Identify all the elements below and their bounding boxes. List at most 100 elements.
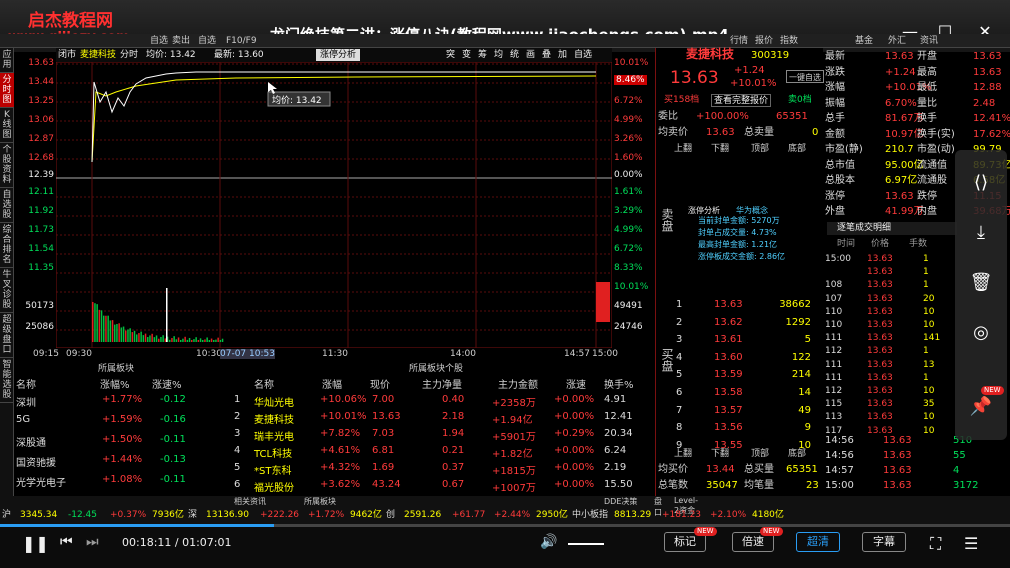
fullscreen-icon[interactable]: ⛶ [930, 534, 941, 554]
stock-cell[interactable]: +0.00% [554, 445, 594, 456]
stock-cell[interactable]: 4.91 [604, 394, 626, 405]
tool-button[interactable]: 画 [526, 48, 535, 62]
tool-button[interactable]: 变 [462, 48, 471, 62]
stock-cell[interactable]: 3 [234, 428, 240, 439]
stock-cell[interactable]: +0.00% [554, 462, 594, 473]
nav-item[interactable]: 个股资料 [0, 143, 14, 188]
target-icon[interactable]: ◎ [969, 322, 993, 346]
sector-cell[interactable]: 深圳 [16, 394, 36, 409]
nav-item[interactable]: 牛叉诊股 [0, 268, 14, 313]
stock-cell[interactable]: 0.21 [442, 445, 464, 456]
sector-cell[interactable]: -0.11 [160, 474, 186, 485]
menu-item[interactable]: 基金 [855, 34, 873, 48]
pause-icon[interactable]: ❚❚ [22, 534, 49, 553]
share-icon[interactable]: ⟨⟩ [969, 172, 993, 196]
page-down-button[interactable]: 下翻 [711, 143, 729, 156]
previous-icon[interactable]: ⏮ [60, 534, 73, 550]
sector-cell[interactable]: -0.12 [160, 394, 186, 405]
stock-cell[interactable]: 20.34 [604, 428, 633, 439]
stock-cell[interactable]: 1.69 [372, 462, 394, 473]
sector-cell[interactable]: 深股通 [16, 434, 46, 449]
page-down-button[interactable]: 下翻 [711, 448, 729, 461]
stock-cell[interactable]: TCL科技 [254, 445, 292, 460]
menu-item[interactable]: 行情 [730, 34, 748, 48]
stock-cell[interactable]: 6.24 [604, 445, 626, 456]
volume-slider[interactable] [568, 543, 604, 545]
playlist-icon[interactable]: ☰ [964, 534, 978, 553]
stock-cell[interactable]: +1.82亿 [492, 445, 533, 460]
quality-button[interactable]: 超清 [796, 532, 840, 552]
tool-button[interactable]: 加 [558, 48, 567, 62]
stock-cell[interactable]: 0.37 [442, 462, 464, 473]
sector-cell[interactable]: +1.44% [102, 454, 142, 465]
nav-item[interactable]: 应用 [0, 48, 14, 73]
stock-cell[interactable]: +1815万 [492, 462, 536, 477]
stock-cell[interactable]: *ST东科 [254, 462, 291, 477]
bottom-tab[interactable]: DDE决策 [604, 496, 637, 507]
sector-cell[interactable]: 5G [16, 414, 30, 425]
stock-cell[interactable]: +4.61% [320, 445, 360, 456]
zt-analysis-button[interactable]: 涨停分析 [316, 49, 361, 61]
sector-cell[interactable]: +1.59% [102, 414, 142, 425]
menu-item[interactable]: 报价 [755, 34, 773, 48]
stock-cell[interactable]: 13.63 [372, 411, 401, 422]
subtitle-button[interactable]: 字幕 [862, 532, 906, 552]
bottom-button[interactable]: 底部 [788, 143, 806, 156]
top-button[interactable]: 顶部 [751, 143, 769, 156]
sector-cell[interactable]: -0.16 [160, 414, 186, 425]
tab-sell-levels[interactable]: 卖0档 [788, 94, 812, 107]
page-up-button[interactable]: 上翻 [674, 143, 692, 156]
stock-cell[interactable]: 1 [234, 394, 240, 405]
tab-complete-quote[interactable]: 查看完整报价 [711, 94, 772, 107]
stock-cell[interactable]: 2 [234, 411, 240, 422]
stock-cell[interactable]: 瑞丰光电 [254, 428, 294, 443]
tool-button[interactable]: 筹 [478, 48, 487, 62]
sector-cell[interactable]: +1.08% [102, 474, 142, 485]
page-up-button[interactable]: 上翻 [674, 448, 692, 461]
tool-button[interactable]: 突 [446, 48, 455, 62]
tab-buy-levels[interactable]: 买158档 [664, 94, 699, 107]
bottom-tab[interactable]: 相关资讯 [234, 496, 266, 507]
stock-cell[interactable]: 0.40 [442, 394, 464, 405]
menu-item[interactable]: 指数 [780, 34, 798, 48]
next-icon[interactable]: ⏭ [86, 534, 99, 550]
stock-cell[interactable]: 4 [234, 445, 240, 456]
stock-cell[interactable]: 7.00 [372, 394, 394, 405]
stock-cell[interactable]: +5901万 [492, 428, 536, 443]
bottom-button[interactable]: 底部 [788, 448, 806, 461]
nav-item[interactable]: 超级盘口 [0, 313, 14, 358]
stock-cell[interactable]: 2.19 [604, 462, 626, 473]
stock-cell[interactable]: +0.00% [554, 394, 594, 405]
stock-cell[interactable]: 0.67 [442, 479, 464, 490]
tool-button[interactable]: 自选 [574, 48, 592, 62]
sector-cell[interactable]: -0.13 [160, 454, 186, 465]
nav-item-timeshare[interactable]: 分时图 [0, 73, 14, 108]
sector-cell[interactable]: +1.77% [102, 394, 142, 405]
stock-cell[interactable]: 6 [234, 479, 240, 490]
stock-cell[interactable]: 华灿光电 [254, 394, 294, 409]
intraday-chart[interactable]: 均价: 13.42 [56, 62, 612, 348]
stock-cell[interactable]: 福光股份 [254, 479, 294, 494]
stock-cell[interactable]: 1.94 [442, 428, 464, 439]
stock-cell[interactable]: +10.06% [320, 394, 367, 405]
stock-cell[interactable]: +1.94亿 [492, 411, 533, 426]
download-icon[interactable]: ⤓ [969, 222, 993, 246]
nav-item[interactable]: 智能选股 [0, 358, 14, 403]
bottom-tab[interactable]: 所属板块 [304, 496, 336, 507]
stock-cell[interactable]: 2.18 [442, 411, 464, 422]
menu-item[interactable]: 自选 [150, 34, 168, 48]
stock-cell[interactable]: 6.81 [372, 445, 394, 456]
nav-item[interactable]: K线图 [0, 108, 14, 143]
menu-item[interactable]: 资讯 [920, 34, 938, 48]
tool-button[interactable]: 均 [494, 48, 503, 62]
stock-cell[interactable]: +4.32% [320, 462, 360, 473]
stock-cell[interactable]: +3.62% [320, 479, 360, 490]
sector-cell[interactable]: +1.50% [102, 434, 142, 445]
stock-cell[interactable]: 5 [234, 462, 240, 473]
stock-cell[interactable]: 麦捷科技 [254, 411, 294, 426]
stock-cell[interactable]: +0.00% [554, 411, 594, 422]
stock-cell[interactable]: 12.41 [604, 411, 633, 422]
sector-cell[interactable]: 国资驰援 [16, 454, 56, 469]
tool-button[interactable]: 叠 [542, 48, 551, 62]
nav-item[interactable]: 自选股 [0, 188, 14, 223]
